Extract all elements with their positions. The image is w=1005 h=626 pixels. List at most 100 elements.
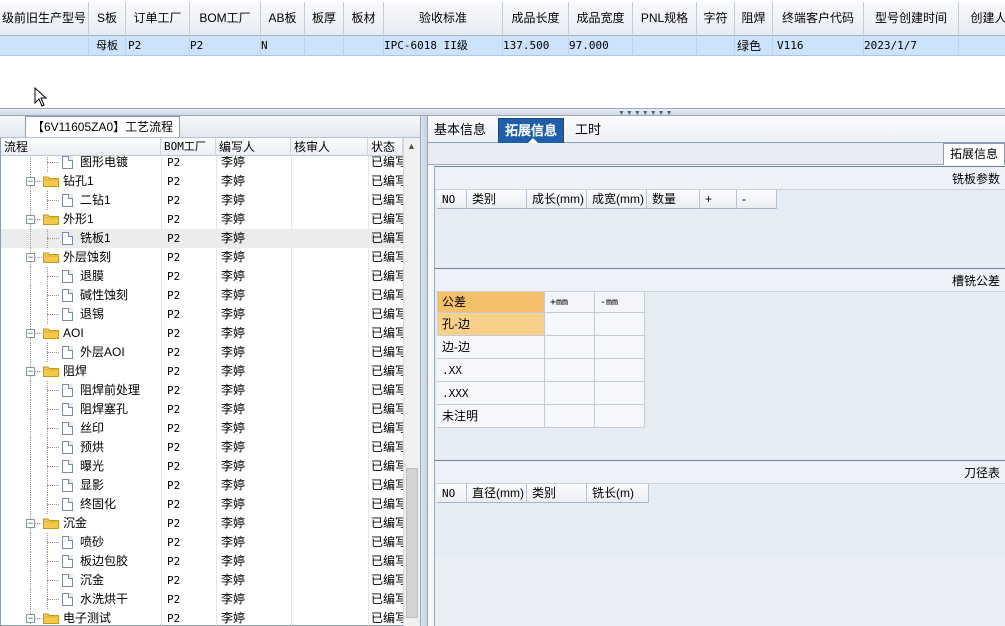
tree-node-writer: 李婷 [221, 516, 246, 530]
tool-col-mill-length[interactable]: 铣长(m) [587, 484, 649, 503]
tolerance-minus-input[interactable] [595, 313, 645, 336]
tree-row[interactable]: 曝光 P2 李婷 已编写 [1, 457, 403, 476]
tree-row[interactable]: 退膜 P2 李婷 已编写 [1, 267, 403, 286]
col-header-old-model[interactable]: 级前旧生产型号 [0, 2, 89, 36]
scroll-up-icon[interactable]: ▲ [407, 141, 416, 151]
tree-row[interactable]: 二钻1 P2 李婷 已编写 [1, 191, 403, 210]
milling-remove-button[interactable]: - [737, 190, 777, 209]
cell-s-board: 母板 [89, 36, 126, 56]
tree-node-reviewer [296, 514, 366, 533]
milling-col-width[interactable]: 成宽(mm) [587, 190, 647, 209]
horizontal-splitter[interactable]: ▼▼▼▼▼▼▼ [0, 108, 1005, 117]
col-header-pnl[interactable]: PNL规格 [633, 2, 697, 36]
tolerance-minus-input[interactable] [595, 336, 645, 359]
tree-row[interactable]: − 外形1 P2 李婷 已编写 [1, 210, 403, 229]
tree-col-reviewer[interactable]: 核审人 [291, 138, 368, 156]
tab-work-hours[interactable]: 工时 [569, 118, 607, 143]
col-header-thickness[interactable]: 板厚 [305, 2, 344, 36]
tree-col-status[interactable]: 状态 [368, 138, 403, 156]
tree-node-writer: 李婷 [221, 421, 246, 435]
tree-node-writer: 李婷 [221, 345, 246, 359]
col-header-created[interactable]: 型号创建时间 [864, 2, 959, 36]
col-header-material[interactable]: 板材 [344, 2, 384, 36]
tree-row[interactable]: 显影 P2 李婷 已编写 [1, 476, 403, 495]
collapse-icon[interactable]: − [26, 367, 35, 376]
collapse-icon[interactable]: − [26, 215, 35, 224]
tree-row[interactable]: 沉金 P2 李婷 已编写 [1, 571, 403, 590]
collapse-icon[interactable]: − [26, 253, 35, 262]
tree-node-reviewer [296, 191, 366, 210]
tolerance-plus-input[interactable] [545, 382, 595, 405]
tool-col-category[interactable]: 类别 [527, 484, 587, 503]
col-header-width[interactable]: 成品宽度 [569, 2, 633, 36]
scroll-thumb[interactable] [406, 468, 418, 618]
product-grid-row[interactable]: 母板 P2 P2 N IPC-6018 II级 137.500 97.000 绿… [0, 36, 1005, 56]
tab-basic-info[interactable]: 基本信息 [428, 118, 492, 143]
col-header-length[interactable]: 成品长度 [503, 2, 569, 36]
tolerance-plus-input[interactable] [545, 405, 595, 428]
tree-row[interactable]: − AOI P2 李婷 已编写 [1, 324, 403, 343]
tree-row[interactable]: 板边包胶 P2 李婷 已编写 [1, 552, 403, 571]
sub-tab-extended-info[interactable]: 拓展信息 [942, 143, 1005, 165]
vertical-splitter[interactable] [420, 116, 428, 626]
tree-row[interactable]: 丝印 P2 李婷 已编写 [1, 419, 403, 438]
milling-add-button[interactable]: + [700, 190, 737, 209]
tree-node-factory: P2 [167, 403, 181, 416]
tree-node-status: 已编写 [371, 535, 403, 549]
col-header-s-board[interactable]: S板 [89, 2, 126, 36]
process-flow-title-tab[interactable]: 【6V11605ZA0】工艺流程 [25, 116, 181, 137]
tool-col-diameter[interactable]: 直径(mm) [467, 484, 527, 503]
tree-row[interactable]: 图形电镀 P2 李婷 已编写 [1, 156, 403, 172]
tree-col-writer[interactable]: 编写人 [216, 138, 291, 156]
tree-col-bom-factory[interactable]: BOM工厂 [161, 138, 216, 156]
milling-col-category[interactable]: 类别 [467, 190, 527, 209]
tool-col-no[interactable]: NO [437, 484, 467, 503]
tree-col-flow[interactable]: 流程 [1, 138, 161, 156]
tolerance-row-label: .XX [437, 359, 545, 382]
col-header-solder[interactable]: 阻焊 [735, 2, 773, 36]
milling-params-grid-header: NO 类别 成长(mm) 成宽(mm) 数量 + - [437, 190, 777, 209]
tree-row[interactable]: 终固化 P2 李婷 已编写 [1, 495, 403, 514]
col-header-customer[interactable]: 终端客户代码 [773, 2, 864, 36]
tree-vertical-scrollbar[interactable]: ▲ [403, 138, 420, 626]
col-header-order-factory[interactable]: 订单工厂 [126, 2, 190, 36]
collapse-icon[interactable]: − [26, 614, 35, 623]
tree-row[interactable]: 阻焊前处理 P2 李婷 已编写 [1, 381, 403, 400]
tree-connector-line [30, 267, 31, 286]
tolerance-plus-input[interactable] [545, 359, 595, 382]
col-header-bom-factory[interactable]: BOM工厂 [190, 2, 261, 36]
tree-row[interactable]: − 外层蚀刻 P2 李婷 已编写 [1, 248, 403, 267]
tree-row[interactable]: 碱性蚀刻 P2 李婷 已编写 [1, 286, 403, 305]
col-header-ab-board[interactable]: AB板 [261, 2, 305, 36]
tolerance-plus-input[interactable] [545, 313, 595, 336]
collapse-icon[interactable]: − [26, 177, 35, 186]
tolerance-minus-input[interactable] [595, 405, 645, 428]
milling-col-no[interactable]: NO [437, 190, 467, 209]
tolerance-minus-input[interactable] [595, 359, 645, 382]
tree-row[interactable]: 预烘 P2 李婷 已编写 [1, 438, 403, 457]
tree-row[interactable]: − 电子测试 P2 李婷 已编写 [1, 609, 403, 626]
tree-row[interactable]: 退锡 P2 李婷 已编写 [1, 305, 403, 324]
tree-row[interactable]: 阻焊塞孔 P2 李婷 已编写 [1, 400, 403, 419]
tree-node-status: 已编写 [371, 497, 403, 511]
col-header-char[interactable]: 字符 [697, 2, 735, 36]
tree-node-writer: 李婷 [221, 212, 246, 226]
document-icon [62, 441, 73, 454]
tree-row[interactable]: 喷砂 P2 李婷 已编写 [1, 533, 403, 552]
tree-row[interactable]: 水洗烘干 P2 李婷 已编写 [1, 590, 403, 609]
milling-col-qty[interactable]: 数量 [647, 190, 700, 209]
tolerance-minus-input[interactable] [595, 382, 645, 405]
collapse-icon[interactable]: − [26, 519, 35, 528]
tree-row[interactable]: − 沉金 P2 李婷 已编写 [1, 514, 403, 533]
milling-col-length[interactable]: 成长(mm) [527, 190, 587, 209]
tree-row[interactable]: − 阻焊 P2 李婷 已编写 [1, 362, 403, 381]
col-header-creator[interactable]: 创建人 [959, 2, 1005, 36]
tree-row[interactable]: 铣板1 P2 李婷 已编写 [1, 229, 403, 248]
tolerance-plus-input[interactable] [545, 336, 595, 359]
tree-row[interactable]: − 钻孔1 P2 李婷 已编写 [1, 172, 403, 191]
collapse-icon[interactable]: − [26, 329, 35, 338]
tree-row[interactable]: 外层AOI P2 李婷 已编写 [1, 343, 403, 362]
tool-table-grid-header: NO 直径(mm) 类别 铣长(m) [437, 484, 649, 503]
col-header-standard[interactable]: 验收标准 [384, 2, 503, 36]
tree-node-writer: 李婷 [221, 459, 246, 473]
